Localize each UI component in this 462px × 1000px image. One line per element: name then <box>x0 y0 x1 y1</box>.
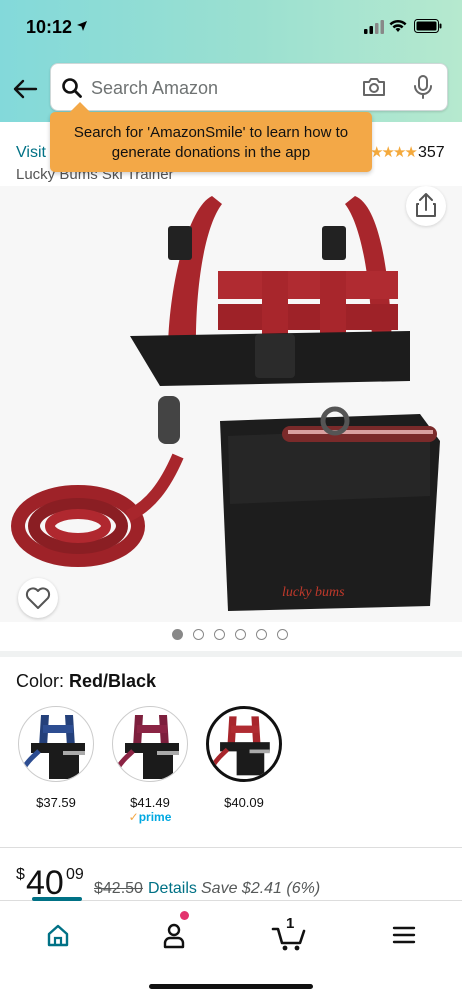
nav-menu[interactable] <box>384 917 424 953</box>
wishlist-button[interactable] <box>18 578 58 618</box>
status-time: 10:12 <box>26 17 73 37</box>
prime-badge: ✓prime <box>112 810 188 824</box>
color-swatch-blue[interactable] <box>18 706 94 782</box>
section-divider <box>0 847 462 848</box>
section-divider <box>0 651 462 657</box>
blue-harness-thumbnail <box>20 715 85 779</box>
nav-account[interactable] <box>154 917 194 953</box>
hamburger-menu-icon <box>392 926 416 944</box>
heart-icon <box>25 587 51 609</box>
account-icon <box>163 923 185 949</box>
cellular-signal-icon <box>364 20 384 34</box>
ski-harness-illustration: lucky bums <box>11 196 440 611</box>
red-harness-thumbnail <box>210 716 270 776</box>
color-label-prefix: Color: <box>16 671 65 691</box>
color-swatch-maroon[interactable] <box>112 706 188 782</box>
prime-check-icon: ✓ <box>128 810 139 824</box>
color-label: Color: Red/Black <box>16 671 156 692</box>
location-arrow-icon <box>77 21 87 31</box>
swatch-price: $41.49 <box>130 795 170 810</box>
pagination-dot[interactable] <box>256 629 267 640</box>
price-currency: $ <box>16 866 25 883</box>
pagination-dot[interactable] <box>193 629 204 640</box>
share-button[interactable] <box>406 186 446 226</box>
search-bar[interactable] <box>50 63 448 111</box>
amazonsmile-tooltip[interactable]: Search for 'AmazonSmile' to learn how to… <box>50 102 372 172</box>
rating-count[interactable]: 357 <box>418 144 445 162</box>
microphone-icon[interactable] <box>413 74 433 100</box>
search-input[interactable] <box>91 74 351 102</box>
price-cents: 09 <box>66 866 84 883</box>
status-bar: 10:12 <box>0 0 462 54</box>
maroon-harness-thumbnail <box>114 715 179 779</box>
savings-text: Save $2.41 (6%) <box>201 880 321 897</box>
home-indicator <box>149 984 313 989</box>
swatch-price: $40.09 <box>224 795 264 810</box>
pagination-dot[interactable] <box>235 629 246 640</box>
image-pagination[interactable] <box>172 629 288 640</box>
svg-text:lucky bums: lucky bums <box>282 585 345 600</box>
back-arrow-icon[interactable] <box>10 74 40 104</box>
color-swatch-red[interactable] <box>206 706 282 782</box>
home-icon <box>47 924 69 947</box>
camera-icon[interactable] <box>361 75 387 99</box>
battery-icon <box>414 19 442 33</box>
list-price: $42.50 <box>94 880 143 897</box>
price-details-link[interactable]: Details <box>148 880 197 898</box>
pagination-dot[interactable] <box>277 629 288 640</box>
swatch-price: $37.59 <box>36 795 76 810</box>
visit-store-link[interactable]: Visit <box>16 144 46 162</box>
search-icon <box>62 78 82 98</box>
rating-stars[interactable]: ★★★★ <box>370 143 418 161</box>
notification-dot <box>180 911 189 920</box>
prime-label: prime <box>138 810 172 824</box>
share-icon <box>416 193 436 217</box>
product-image[interactable]: lucky bums <box>0 186 462 622</box>
pagination-dot[interactable] <box>214 629 225 640</box>
wifi-icon <box>389 19 407 32</box>
pagination-dot[interactable] <box>172 629 183 640</box>
nav-home[interactable] <box>38 917 78 953</box>
cart-count: 1 <box>286 915 295 932</box>
nav-active-indicator <box>32 897 82 901</box>
selected-color-name: Red/Black <box>69 671 157 691</box>
